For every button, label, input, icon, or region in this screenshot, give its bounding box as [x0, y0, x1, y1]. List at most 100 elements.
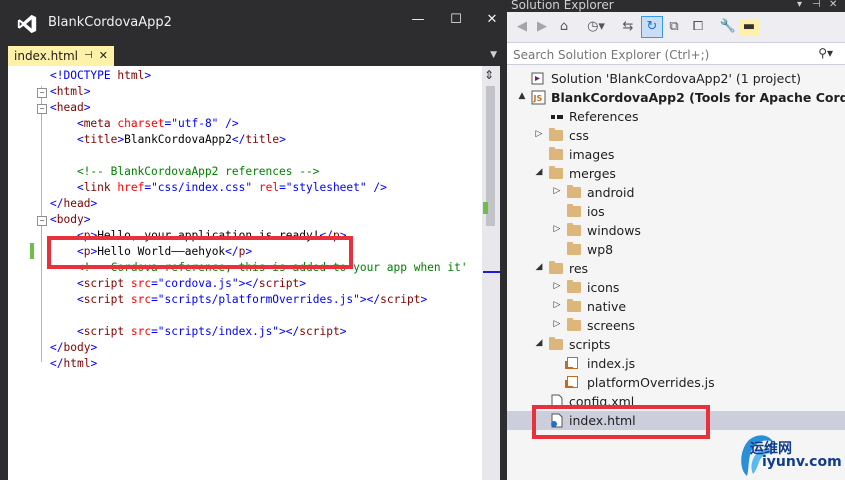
code-token: >	[144, 69, 152, 82]
folder-icon	[549, 147, 563, 160]
show-all-files-button[interactable]: ⧠	[689, 19, 707, 35]
code-token: charset	[110, 117, 165, 130]
expander-icon[interactable]: ▷	[534, 129, 544, 139]
minimize-button[interactable]: —	[410, 12, 426, 27]
forward-button[interactable]: ▶	[533, 19, 551, 35]
close-window-button[interactable]: ✕	[484, 12, 500, 27]
properties-button[interactable]: 🔧	[719, 19, 737, 35]
search-icon[interactable]: ⚲▾	[818, 46, 833, 60]
pane-splitter[interactable]	[500, 0, 507, 480]
tree-item[interactable]: Solution 'BlankCordovaApp2' (1 project)	[507, 69, 845, 88]
tree-item-label: platformOverrides.js	[587, 375, 715, 390]
code-line[interactable]: <script src="scripts/index.js"></script>	[50, 324, 468, 340]
close-icon[interactable]: ✕	[829, 0, 837, 10]
code-token: </	[50, 197, 64, 210]
tree-item[interactable]: ▷ windows	[507, 221, 845, 240]
editor-margin	[8, 66, 30, 480]
history-button[interactable]: ◷▾	[587, 19, 605, 35]
tree-item[interactable]: platformOverrides.js	[507, 373, 845, 392]
fold-toggle-icon[interactable]: −	[37, 104, 47, 114]
tree-item[interactable]: ◢ res	[507, 259, 845, 278]
maximize-button[interactable]: ☐	[448, 12, 464, 27]
expander-icon[interactable]: ◢	[534, 338, 544, 348]
code-line[interactable]	[50, 308, 468, 324]
javascript-project-icon: JS	[531, 90, 547, 105]
tree-item-label: scripts	[569, 337, 611, 352]
tree-item[interactable]: ▲ JS BlankCordovaApp2 (Tools for Apache Co…	[507, 88, 845, 107]
expander-icon[interactable]: ▷	[552, 300, 562, 310]
tree-item[interactable]: ios	[507, 202, 845, 221]
expander-icon[interactable]: ◢	[534, 262, 544, 272]
expander-icon[interactable]: ▷	[552, 281, 562, 291]
preview-button[interactable]: ▬	[739, 19, 759, 35]
tree-item-label: Solution 'BlankCordovaApp2' (1 project)	[551, 71, 801, 86]
back-button[interactable]: ◀	[513, 19, 531, 35]
code-line[interactable]	[50, 148, 468, 164]
fold-toggle-icon[interactable]: −	[37, 88, 47, 98]
change-marker	[30, 243, 34, 259]
code-line[interactable]: <!DOCTYPE html>	[50, 68, 468, 84]
tab-dropdown-icon[interactable]: ▼	[490, 50, 497, 60]
code-token: </	[50, 357, 64, 370]
tree-item[interactable]: ▷ android	[507, 183, 845, 202]
code-token: <	[50, 325, 84, 338]
sync-button[interactable]: ⇆	[619, 19, 637, 35]
code-line[interactable]: <title>BlankCordovaApp2</title>	[50, 132, 468, 148]
code-lines[interactable]: <!DOCTYPE html> <html> <head> <meta charse…	[50, 68, 468, 372]
tree-item[interactable]: ▷ icons	[507, 278, 845, 297]
tree-item-label: images	[569, 147, 615, 162]
expander-icon[interactable]: ◢	[534, 167, 544, 177]
tree-item-label: android	[587, 185, 635, 200]
close-tab-icon[interactable]: ✕	[99, 46, 108, 66]
code-token: </	[50, 341, 64, 354]
tree-item-label: merges	[569, 166, 616, 181]
folder-icon	[567, 318, 581, 331]
code-line[interactable]: <html>	[50, 84, 468, 100]
tree-item[interactable]: index.js	[507, 354, 845, 373]
search-input[interactable]	[511, 45, 815, 64]
tree-item[interactable]: ▷ css	[507, 126, 845, 145]
code-line[interactable]: <script src="scripts/platformOverrides.j…	[50, 292, 468, 308]
code-line[interactable]: <!-- BlankCordovaApp2 references -->	[50, 164, 468, 180]
code-line[interactable]: <head>	[50, 100, 468, 116]
home-button[interactable]: ⌂	[555, 19, 573, 35]
split-editor-icon[interactable]: ⇕	[484, 68, 494, 82]
code-token: <	[50, 213, 57, 226]
tree-item[interactable]: ◢ merges	[507, 164, 845, 183]
search-box[interactable]: ⚲▾	[507, 42, 845, 65]
fold-toggle-icon[interactable]: −	[37, 216, 47, 226]
tree-item[interactable]: images	[507, 145, 845, 164]
tab-index-html[interactable]: index.html ⊣ ✕	[8, 46, 114, 66]
expander-icon[interactable]: ▷	[552, 319, 562, 329]
tree-item[interactable]: ▷ screens	[507, 316, 845, 335]
code-editor[interactable]: − − − <!DOCTYPE html> <html> <head> <meta …	[0, 66, 500, 480]
tree-item[interactable]: References	[507, 107, 845, 126]
tree-item[interactable]: wp8	[507, 240, 845, 259]
pin-icon[interactable]: ⊣	[812, 0, 821, 10]
code-token: ></	[359, 293, 381, 306]
tree-item[interactable]: ▷ native	[507, 297, 845, 316]
expander-icon[interactable]: ▷	[552, 186, 562, 196]
code-line[interactable]: <link href="css/index.css" rel="styleshe…	[50, 180, 468, 196]
folder-icon	[567, 223, 581, 236]
refresh-button[interactable]: ↻	[641, 16, 663, 38]
code-token: </	[231, 133, 246, 146]
pin-icon[interactable]: ⊣	[84, 46, 93, 66]
code-line[interactable]: <script src="cordova.js"></script>	[50, 276, 468, 292]
expander-icon[interactable]: ▷	[552, 224, 562, 234]
code-line[interactable]: <body>	[50, 212, 468, 228]
code-token: script	[380, 293, 421, 306]
tree-item[interactable]: ◢ scripts	[507, 335, 845, 354]
code-line[interactable]: </head>	[50, 196, 468, 212]
tree-item-label: wp8	[587, 242, 614, 257]
code-token: <	[50, 277, 84, 290]
code-line[interactable]: </body>	[50, 340, 468, 356]
tree-item-label: native	[587, 299, 627, 314]
code-token: body	[63, 341, 91, 354]
expander-icon[interactable]: ▲	[517, 91, 527, 101]
code-token: >	[90, 357, 98, 370]
code-line[interactable]: </html>	[50, 356, 468, 372]
dropdown-icon[interactable]: ▾	[797, 0, 802, 10]
collapse-all-button[interactable]: ⧉	[665, 19, 683, 35]
code-line[interactable]: <meta charset="utf-8" />	[50, 116, 468, 132]
